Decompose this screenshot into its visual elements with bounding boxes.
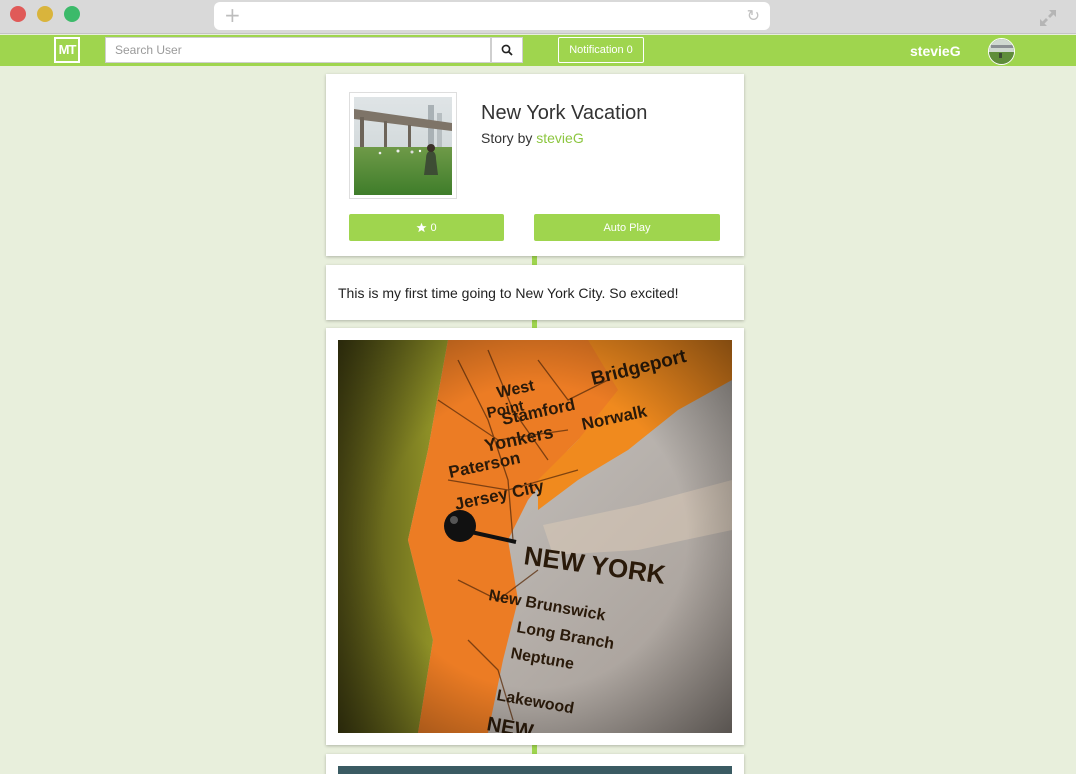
- entry-photo[interactable]: [338, 766, 732, 774]
- story-title: New York Vacation: [481, 102, 648, 124]
- zoom-window-button[interactable]: [64, 6, 80, 22]
- story-image-entry: [326, 754, 744, 774]
- search-input[interactable]: [105, 37, 491, 63]
- story-author-link[interactable]: stevieG: [536, 130, 583, 146]
- avatar[interactable]: [988, 38, 1015, 65]
- story-image-entry: West Point Stamford Bridgeport Norwalk Y…: [326, 328, 744, 745]
- story-text-entry: This is my first time going to New York …: [326, 265, 744, 320]
- story-header-card: New York Vacation Story by stevieG 0 Aut…: [326, 74, 744, 256]
- address-bar[interactable]: + ↻: [214, 2, 770, 30]
- star-button[interactable]: 0: [349, 214, 504, 241]
- star-icon: [416, 222, 427, 233]
- search-icon: [501, 44, 513, 56]
- reload-icon[interactable]: ↻: [747, 7, 760, 25]
- map-photo[interactable]: West Point Stamford Bridgeport Norwalk Y…: [338, 340, 732, 733]
- expand-icon[interactable]: [1038, 8, 1058, 28]
- app-navbar: MT Notification 0 stevieG: [0, 35, 1076, 66]
- username-link[interactable]: stevieG: [910, 43, 961, 59]
- plus-icon[interactable]: +: [224, 5, 241, 25]
- star-count: 0: [430, 221, 437, 234]
- minimize-window-button[interactable]: [37, 6, 53, 22]
- story-byline: Story by stevieG: [481, 130, 584, 146]
- entry-text: This is my first time going to New York …: [338, 285, 679, 301]
- cover-photo: [354, 97, 452, 195]
- browser-toolbar: + ↻: [0, 0, 1076, 34]
- app-logo[interactable]: MT: [54, 37, 80, 63]
- notification-button[interactable]: Notification 0: [558, 37, 644, 63]
- search-bar: [105, 37, 523, 63]
- story-cover-thumbnail[interactable]: [349, 92, 457, 199]
- story-by-label: Story by: [481, 130, 533, 146]
- autoplay-button[interactable]: Auto Play: [534, 214, 720, 241]
- search-button[interactable]: [491, 37, 523, 63]
- close-window-button[interactable]: [10, 6, 26, 22]
